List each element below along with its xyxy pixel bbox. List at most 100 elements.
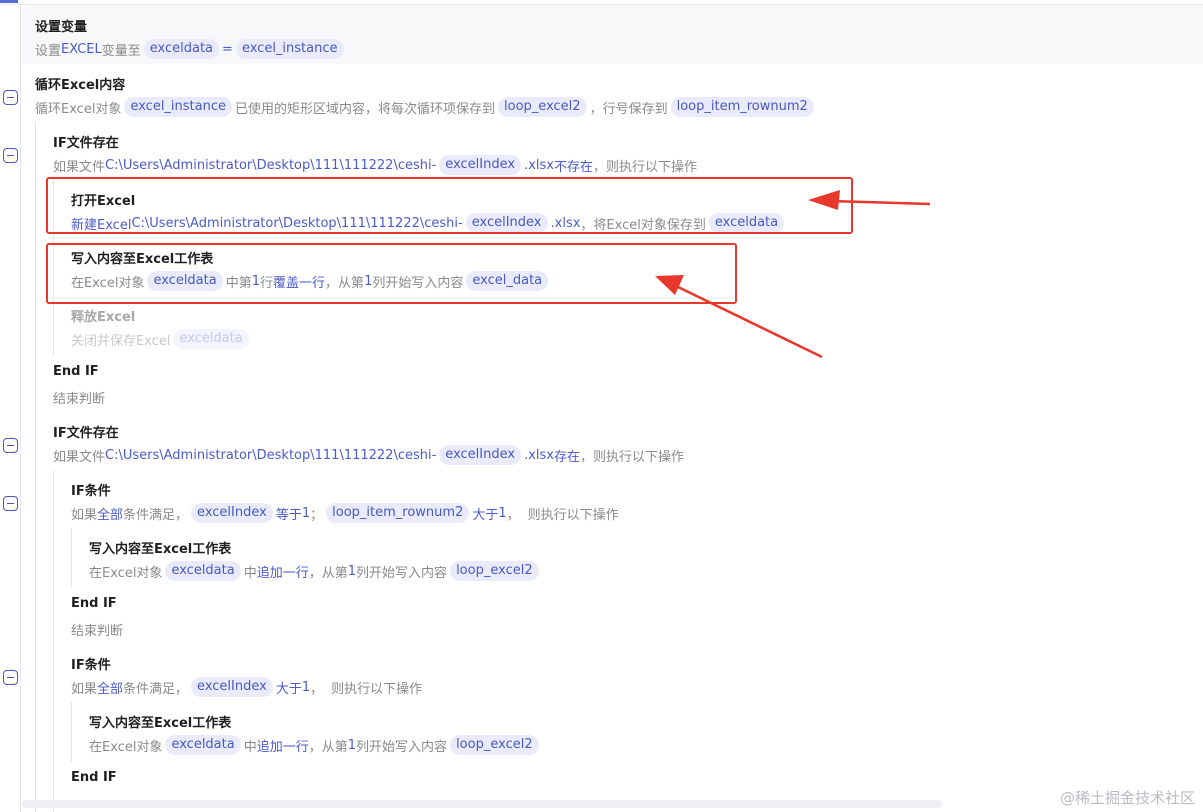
nest-line-ifcond2 — [71, 702, 72, 762]
write-mode: 追加一行 — [256, 565, 309, 581]
desc-text: 列开始写入内容 — [372, 275, 464, 291]
step-title: IF文件存在 — [53, 136, 119, 151]
desc-text: 变量至 — [101, 43, 141, 59]
variable-chip[interactable]: excelIndex — [439, 445, 522, 465]
variable-chip[interactable]: exceldata — [165, 561, 241, 581]
variable-chip[interactable]: exceldata — [147, 271, 223, 291]
step-description: 新建Excel C:\Users\Administrator\Desktop\1… — [71, 212, 787, 234]
step-description: 在Excel对象 exceldata 中 追加一行 ，从第 1 列开始写入内容 … — [89, 734, 542, 756]
operand: 1 — [301, 505, 311, 521]
nest-line-ifcond1 — [71, 528, 72, 588]
step-title: 释放Excel — [71, 310, 136, 325]
desc-text: 如果文件 — [53, 159, 106, 175]
desc-text: 在Excel对象 — [71, 275, 145, 291]
desc-text: 则执行以下操作 — [331, 681, 423, 697]
variable-chip[interactable]: loop_item_rownum2 — [326, 503, 470, 523]
column-number: 1 — [347, 737, 357, 753]
nest-line-loop — [35, 122, 36, 812]
step-description: 循环Excel对象 excel_instance 已使用的矩形区域内容，将每次循… — [35, 96, 817, 118]
write-mode: 覆盖一行 — [273, 275, 326, 291]
variable-chip[interactable]: excel_data — [466, 271, 549, 291]
operand: 1 — [301, 679, 311, 695]
collapse-ifcond1-toggle-icon[interactable] — [3, 496, 18, 511]
desc-text: ，将Excel对象保存到 — [580, 217, 706, 233]
step-title: IF条件 — [71, 658, 111, 673]
variable-chip[interactable]: exceldata — [143, 39, 220, 59]
condition-mode: 全部 — [97, 507, 124, 523]
desc-text: ，从第 — [308, 565, 348, 581]
desc-keyword: 新建Excel — [71, 217, 132, 233]
step-title: IF条件 — [71, 484, 111, 499]
collapse-ifcond2-toggle-icon[interactable] — [3, 670, 18, 685]
watermark: @稀土掘金技术社区 — [1059, 789, 1195, 807]
step-title: End IF — [71, 770, 117, 785]
desc-text: 列开始写入内容 — [356, 565, 448, 581]
condition-keyword: 存在 — [553, 449, 580, 465]
variable-chip[interactable]: excelIndex — [191, 503, 273, 523]
collapse-if2-toggle-icon[interactable] — [3, 438, 18, 453]
step-title: 循环Excel内容 — [35, 78, 126, 93]
nest-line-if1 — [53, 180, 54, 356]
desc-text: 已使用的矩形区域内容，将每次循环项保存到 — [235, 101, 496, 117]
desc-text: 循环Excel对象 — [35, 101, 122, 117]
file-path: C:\Users\Administrator\Desktop\111\11122… — [131, 215, 463, 231]
step-title: End IF — [71, 596, 117, 611]
variable-chip[interactable]: excelIndex — [439, 155, 522, 175]
step-title: 写入内容至Excel工作表 — [89, 716, 232, 731]
variable-chip[interactable]: loop_excel2 — [450, 735, 539, 755]
operator: 大于 — [275, 681, 302, 697]
variable-chip[interactable]: loop_item_rownum2 — [670, 97, 814, 117]
step-description: 关闭并保存Excel exceldata — [71, 328, 252, 350]
desc-text: ， — [310, 681, 324, 697]
desc-text: 在Excel对象 — [89, 565, 163, 581]
variable-chip[interactable]: excelIndex — [191, 677, 273, 697]
desc-text: 则执行以下操作 — [527, 507, 619, 523]
variable-chip[interactable]: loop_excel2 — [450, 561, 539, 581]
step-description: 如果 全部 条件满足， excelIndex 等于 1 ； loop_item_… — [71, 502, 619, 524]
step-title: 写入内容至Excel工作表 — [71, 252, 214, 267]
horizontal-scrollbar[interactable] — [22, 800, 942, 808]
step-title: IF文件存在 — [53, 426, 119, 441]
step-description: 设置 EXCEL 变量至 exceldata = excel_instance — [35, 38, 347, 60]
operator: 大于 — [472, 507, 499, 523]
nest-line-if2 — [53, 470, 54, 812]
desc-text: 在Excel对象 — [89, 739, 163, 755]
step-description: 如果文件 C:\Users\Administrator\Desktop\111\… — [53, 444, 684, 466]
desc-text: ，行号保存到 — [589, 101, 668, 117]
step-title: 写入内容至Excel工作表 — [89, 542, 232, 557]
variable-chip[interactable]: exceldata — [165, 735, 241, 755]
desc-text: 如果 — [71, 681, 98, 697]
operand: 1 — [498, 505, 507, 521]
variable-chip[interactable]: excel_instance — [124, 97, 233, 117]
desc-text: 如果 — [71, 507, 98, 523]
condition-mode: 全部 — [97, 681, 124, 697]
desc-operator: = — [222, 41, 233, 57]
step-description: 如果文件 C:\Users\Administrator\Desktop\111\… — [53, 154, 697, 176]
variable-chip[interactable]: excelIndex — [465, 213, 548, 233]
variable-chip[interactable]: exceldata — [708, 213, 785, 233]
desc-keyword: EXCEL — [61, 41, 102, 57]
variable-chip[interactable]: exceldata — [173, 329, 249, 349]
desc-text: ，从第 — [325, 275, 365, 291]
step-title: 设置变量 — [35, 20, 88, 35]
annotation-arrow-1 — [808, 190, 931, 210]
collapse-loop-toggle-icon[interactable] — [3, 90, 18, 105]
desc-text: 条件满足， — [123, 681, 189, 697]
desc-text: ，从第 — [308, 739, 348, 755]
variable-chip[interactable]: loop_excel2 — [498, 97, 587, 117]
file-path: C:\Users\Administrator\Desktop\111\11122… — [105, 157, 437, 173]
file-path: C:\Users\Administrator\Desktop\111\11122… — [105, 447, 437, 463]
desc-text: 中第 — [225, 275, 252, 291]
file-ext: .xlsx — [550, 215, 581, 231]
gutter-line — [20, 6, 21, 812]
desc-text: 关闭并保存Excel — [71, 333, 171, 349]
desc-text: 行 — [260, 275, 274, 291]
step-description: 结束判断 — [53, 391, 106, 407]
file-ext: .xlsx — [524, 157, 554, 173]
collapse-if1-toggle-icon[interactable] — [3, 148, 18, 163]
desc-text: 条件满足， — [123, 507, 189, 523]
desc-text: 中 — [243, 565, 257, 581]
desc-text: ， — [506, 507, 520, 523]
variable-chip[interactable]: excel_instance — [235, 39, 344, 59]
step-description: 如果 全部 条件满足， excelIndex 大于 1 ， 则执行以下操作 — [71, 676, 422, 698]
